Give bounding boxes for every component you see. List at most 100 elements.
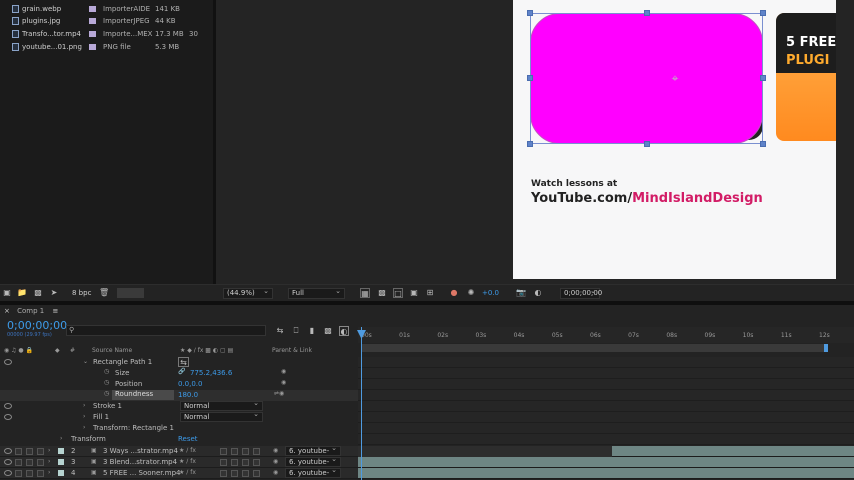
frame-blending-icon[interactable]: ▩: [323, 326, 333, 336]
current-time-field[interactable]: 0;00;00;00: [560, 287, 602, 299]
layer-name[interactable]: 3 Ways ...strator.mp4: [103, 447, 178, 455]
property-row[interactable]: ◷ Size 🔗 775.2,436.6 ◉: [0, 368, 358, 379]
twirl-down-icon[interactable]: ⌄: [83, 358, 88, 365]
stroke-label[interactable]: Stroke 1: [93, 402, 122, 410]
stopwatch-icon[interactable]: ◷: [104, 390, 109, 397]
layer-name[interactable]: 5 FREE ... Sooner.mp4: [103, 469, 180, 477]
work-area-end-handle[interactable]: [824, 344, 828, 352]
layer-duration-bar[interactable]: [358, 457, 854, 468]
label-color-swatch[interactable]: [89, 43, 96, 50]
track-row[interactable]: [358, 401, 854, 412]
eye-icon[interactable]: [4, 403, 12, 409]
lock-toggle[interactable]: [37, 470, 44, 477]
stroke-blend-mode-dropdown[interactable]: Normal: [180, 399, 263, 411]
flowchart-icon[interactable]: ➤: [49, 288, 59, 298]
show-snapshot-icon[interactable]: ◐: [533, 288, 543, 298]
track-row[interactable]: [358, 368, 854, 379]
anchor-point-icon[interactable]: ⌖: [669, 72, 681, 84]
composition-mini-flowchart-icon[interactable]: ⇆: [275, 326, 285, 336]
twirl-right-icon[interactable]: ›: [83, 413, 85, 420]
new-folder-icon[interactable]: 📁: [17, 288, 27, 298]
roundness-property-label[interactable]: Roundness: [112, 390, 174, 400]
bit-depth-button[interactable]: 8 bpc: [72, 289, 91, 297]
parent-pickwhip-icon[interactable]: ◉: [273, 447, 278, 454]
reset-link[interactable]: Reset: [178, 435, 198, 443]
property-row[interactable]: › Transform Reset: [0, 434, 358, 445]
composition-canvas[interactable]: ⌖ 5 FREE PLUGI Watch lessons at YouTube.…: [513, 0, 836, 279]
switch-toggle[interactable]: [220, 459, 227, 466]
label-color-swatch[interactable]: [89, 17, 96, 24]
switch-toggle[interactable]: [220, 470, 227, 477]
switch-toggle[interactable]: [253, 470, 260, 477]
audio-toggle[interactable]: [15, 448, 22, 455]
switch-toggle[interactable]: [231, 470, 238, 477]
motion-blur-icon[interactable]: ◐: [339, 326, 349, 336]
tab-comp-1[interactable]: × Comp 1 ≡: [0, 305, 70, 318]
layer-row[interactable]: › 4 ▣ 5 FREE ... Sooner.mp4 ★ ∕ fx ◉ 6. …: [0, 466, 358, 479]
eye-icon[interactable]: [4, 470, 12, 476]
twirl-right-icon[interactable]: ›: [60, 435, 62, 442]
layer-row[interactable]: › 3 ▣ 3 Blend...strator.mp4 ★ ∕ fx ◉ 6. …: [0, 455, 358, 468]
track-row[interactable]: [358, 412, 854, 423]
switch-toggle[interactable]: [253, 448, 260, 455]
trash-icon[interactable]: 🗑: [99, 288, 109, 298]
current-time-indicator[interactable]: [361, 327, 362, 480]
twirl-right-icon[interactable]: ›: [48, 458, 50, 465]
transform-handle[interactable]: [644, 141, 650, 147]
solo-toggle[interactable]: [26, 459, 33, 466]
project-item[interactable]: Transfo...tor.mp4 Importe...MEX 17.3 MB …: [0, 28, 213, 39]
expression-pickwhip-icon[interactable]: ◉: [281, 379, 286, 386]
parent-pickwhip-icon[interactable]: ◉: [273, 469, 278, 476]
track-row[interactable]: [358, 390, 854, 401]
twirl-right-icon[interactable]: ›: [48, 447, 50, 454]
magnification-dropdown[interactable]: (44.9%): [223, 287, 273, 299]
property-row[interactable]: ◷ Position 0.0,0.0 ◉: [0, 379, 358, 390]
roundness-property-value[interactable]: 180.0: [178, 391, 198, 399]
close-tab-icon[interactable]: ×: [4, 307, 10, 315]
twirl-right-icon[interactable]: ›: [83, 424, 85, 431]
track-row[interactable]: [358, 379, 854, 390]
fast-previews-icon[interactable]: ▦: [360, 288, 370, 298]
resolution-dropdown[interactable]: Full: [288, 287, 345, 299]
layer-switches-icon[interactable]: ★ ∕ fx: [179, 447, 196, 454]
lock-toggle[interactable]: [37, 459, 44, 466]
project-item[interactable]: plugins.jpg ImporterJPEG 44 KB: [0, 15, 213, 26]
layer-duration-bar[interactable]: [358, 468, 854, 479]
expression-pickwhip-icon[interactable]: ◉: [281, 368, 286, 375]
switch-toggle[interactable]: [231, 459, 238, 466]
draft-3d-icon[interactable]: ⎕: [291, 326, 301, 336]
transform-handle[interactable]: [527, 75, 533, 81]
parent-dropdown[interactable]: 6. youtube-: [285, 466, 341, 478]
timeline-search-input[interactable]: ⚲: [66, 325, 266, 336]
track-row[interactable]: [358, 357, 854, 368]
fill-label[interactable]: Fill 1: [93, 413, 109, 421]
transform-handle[interactable]: [527, 141, 533, 147]
region-of-interest-icon[interactable]: ▣: [409, 288, 419, 298]
rectangle-path-label[interactable]: Rectangle Path 1: [93, 358, 152, 366]
layer-label-color[interactable]: [58, 448, 64, 454]
stopwatch-icon[interactable]: ◷: [104, 379, 109, 386]
hide-shy-layers-icon[interactable]: ▮: [307, 326, 317, 336]
tab-menu-icon[interactable]: ≡: [52, 307, 58, 315]
property-row[interactable]: › Transform: Rectangle 1: [0, 423, 358, 434]
constrain-proportions-icon[interactable]: 🔗: [178, 368, 185, 375]
work-area-bar[interactable]: [362, 344, 827, 352]
layer-row[interactable]: › 2 ▣ 3 Ways ...strator.mp4 ★ ∕ fx ◉ 6. …: [0, 444, 358, 457]
switch-toggle[interactable]: [242, 459, 249, 466]
audio-toggle[interactable]: [15, 459, 22, 466]
path-direction-icon[interactable]: ⇆: [178, 357, 189, 367]
mask-visibility-icon[interactable]: □: [393, 288, 403, 298]
position-property-value[interactable]: 0.0,0.0: [178, 380, 203, 388]
eye-icon[interactable]: [4, 414, 12, 420]
grid-guides-icon[interactable]: ⊞: [425, 288, 435, 298]
twirl-right-icon[interactable]: ›: [48, 469, 50, 476]
channels-icon[interactable]: ●: [449, 288, 459, 298]
transform-rectangle-label[interactable]: Transform: Rectangle 1: [93, 424, 174, 432]
exposure-reset-icon[interactable]: ✺: [466, 288, 476, 298]
transform-handle[interactable]: [527, 10, 533, 16]
interpret-footage-icon[interactable]: ▣: [2, 288, 12, 298]
layer-label-color[interactable]: [58, 470, 64, 476]
project-item[interactable]: youtube...01.png PNG file 5.3 MB: [0, 41, 213, 52]
property-row[interactable]: › Fill 1 Normal: [0, 410, 358, 423]
track-row[interactable]: [358, 423, 854, 434]
